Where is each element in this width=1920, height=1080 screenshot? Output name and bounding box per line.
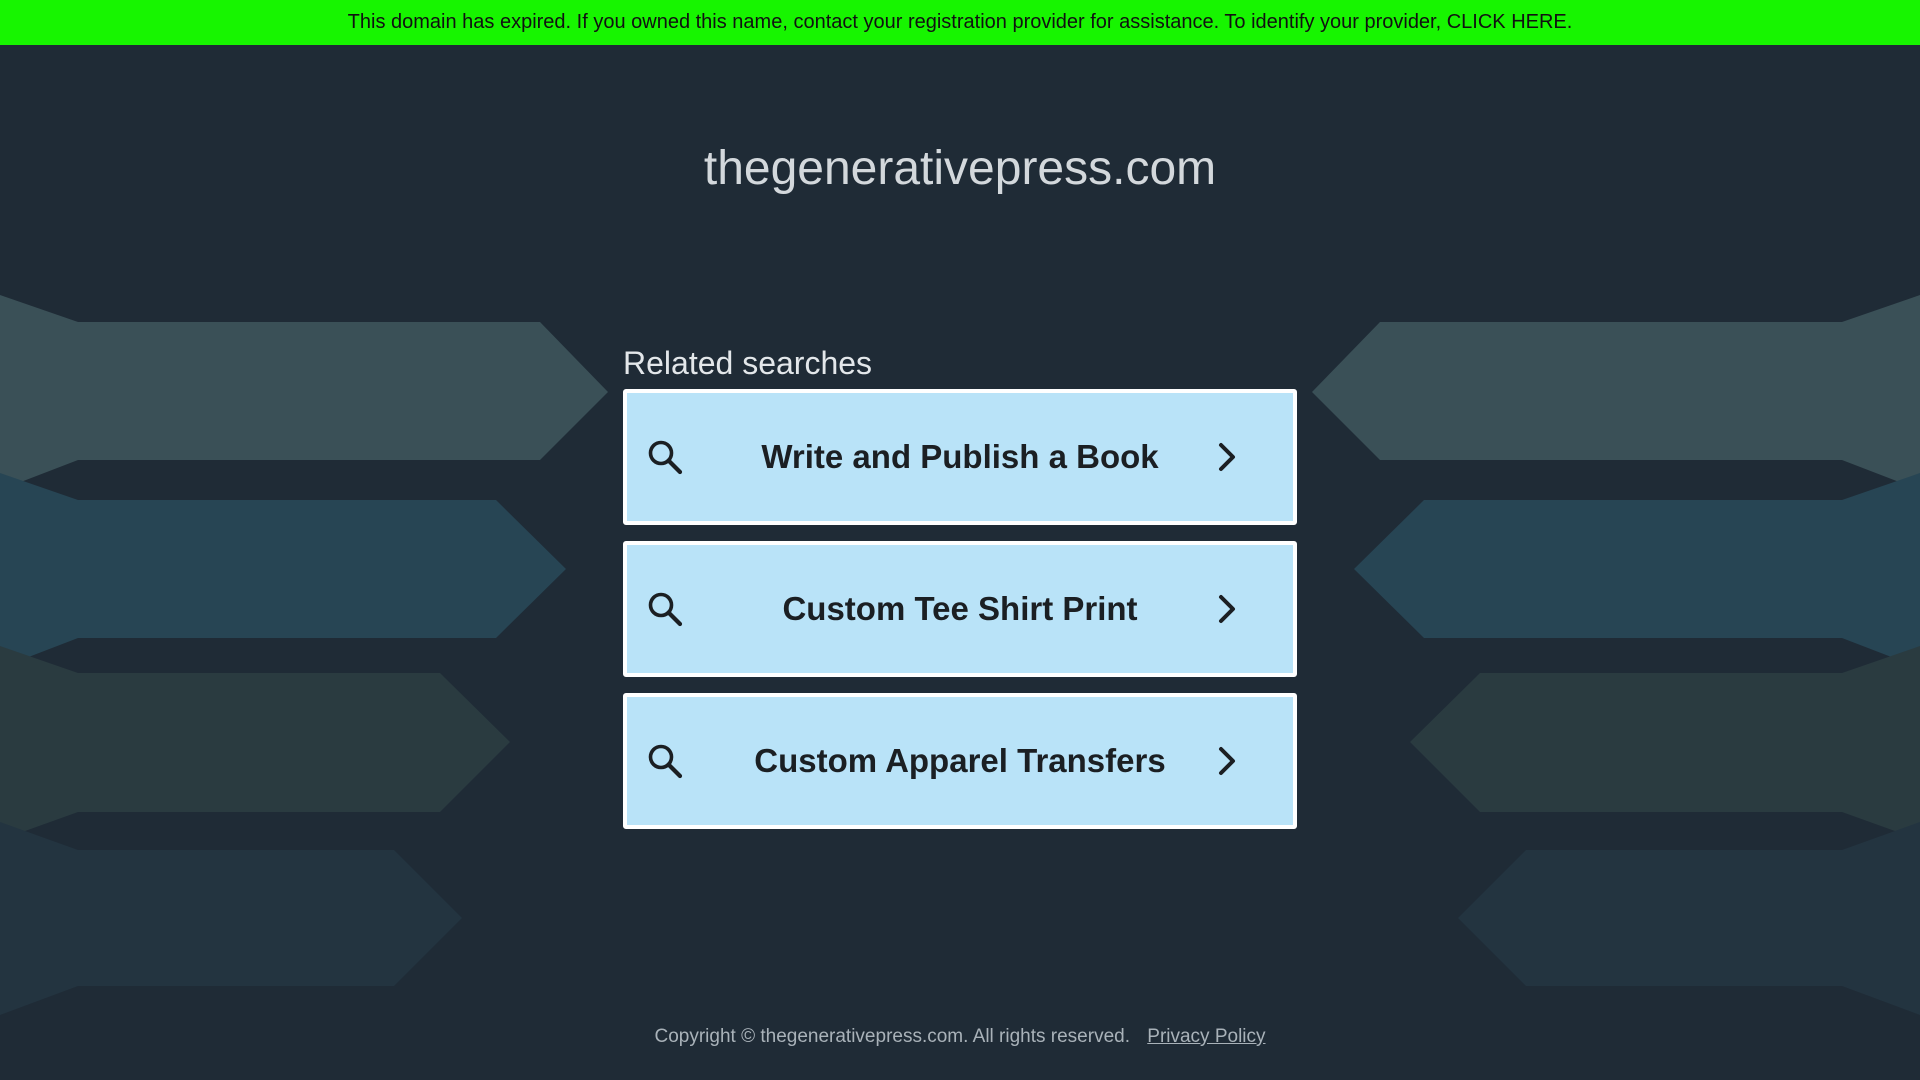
chevron-right-icon [1219,747,1235,775]
search-icon [648,592,683,627]
bg-shape-left-4 [0,822,462,1015]
click-here-link[interactable]: CLICK HERE. [1447,11,1573,33]
footer: Copyright © thegenerativepress.com. All … [0,1024,1920,1050]
chevron-right-icon [1219,443,1235,471]
privacy-policy-link[interactable]: Privacy Policy [1147,1026,1265,1047]
bg-shape-left-2 [0,473,566,668]
related-searches-list: Write and Publish a Book Custom Tee Shir… [623,389,1297,845]
related-search-item[interactable]: Write and Publish a Book [623,389,1297,525]
expired-domain-banner: This domain has expired. If you owned th… [0,0,1920,45]
bg-shape-left-3 [0,646,510,840]
search-icon [648,440,683,475]
domain-title: thegenerativepress.com [703,142,1217,195]
bg-shape-right-3 [1410,646,1920,840]
related-searches-heading: Related searches [623,345,873,381]
related-search-label: Custom Apparel Transfers [754,742,1166,779]
bg-shape-right-2 [1354,473,1920,668]
copyright-text: Copyright © thegenerativepress.com. All … [654,1026,1130,1047]
related-search-item[interactable]: Custom Apparel Transfers [623,693,1297,829]
page: This domain has expired. If you owned th… [0,0,1920,1080]
search-icon [648,744,683,779]
related-search-label: Write and Publish a Book [761,438,1159,475]
bg-shape-left-1 [0,295,608,490]
banner-text: This domain has expired. If you owned th… [347,11,1442,33]
related-search-label: Custom Tee Shirt Print [782,590,1138,627]
chevron-right-icon [1219,595,1235,623]
bg-shape-right-4 [1458,822,1920,1015]
related-search-item[interactable]: Custom Tee Shirt Print [623,541,1297,677]
bg-shape-right-1 [1312,295,1920,490]
